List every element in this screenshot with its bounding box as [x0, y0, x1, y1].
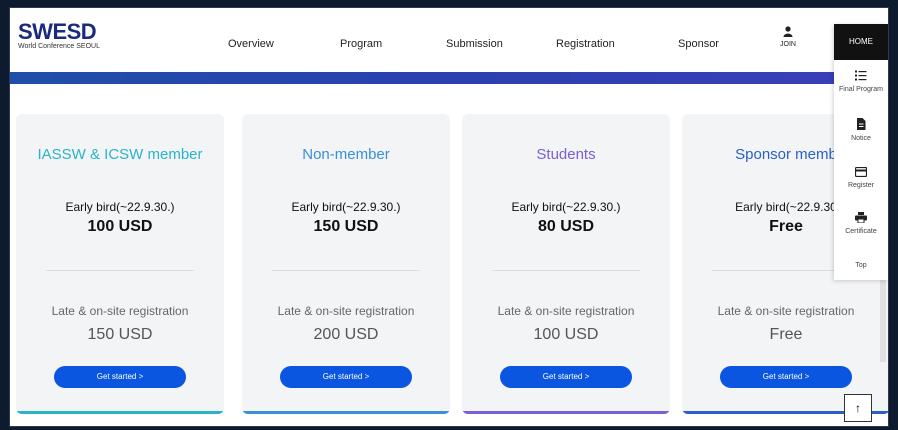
person-icon: [774, 26, 802, 39]
card-accent: [16, 411, 224, 414]
nav-submission[interactable]: Submission: [446, 38, 503, 50]
get-started-button[interactable]: Get started >: [720, 366, 852, 388]
nav-registration[interactable]: Registration: [556, 38, 615, 50]
card-accent: [462, 411, 670, 414]
get-started-button[interactable]: Get started >: [500, 366, 632, 388]
early-bird-label: Early bird(~22.9.30.): [65, 200, 175, 214]
registration-fees-section: IASSW & ICSW member Early bird(~22.9.30.…: [10, 84, 888, 426]
divider: [492, 270, 640, 271]
late-registration-label: Late & on-site registration: [277, 304, 415, 318]
quick-register[interactable]: Register: [834, 166, 888, 189]
late-registration-label: Late & on-site registration: [717, 304, 855, 318]
card-title: Students: [536, 146, 596, 163]
site-header: SWESD World Conference SEOUL Overview Pr…: [10, 8, 888, 72]
late-registration-label: Late & on-site registration: [497, 304, 635, 318]
logo-subtitle: World Conference SEOUL: [18, 43, 100, 50]
late-registration-price: Free: [769, 326, 803, 343]
get-started-button[interactable]: Get started >: [54, 366, 186, 388]
early-bird-price: 100 USD: [87, 218, 153, 235]
get-started-button[interactable]: Get started >: [280, 366, 412, 388]
early-bird-label: Early bird(~22.9.30.): [291, 200, 401, 214]
quick-label: Certificate: [845, 228, 877, 235]
quick-label: Register: [847, 182, 875, 189]
logo-text: SWESD: [18, 19, 97, 44]
join-label: JOIN: [780, 41, 796, 48]
nav-program[interactable]: Program: [340, 38, 382, 50]
quick-notice[interactable]: Notice: [834, 118, 888, 142]
fee-card-non-member: Non-member Early bird(~22.9.30.) 150 USD…: [242, 114, 450, 414]
quick-certificate[interactable]: Certificate: [834, 212, 888, 235]
quick-menu: HOME Final Program Notice Register Certi…: [834, 24, 888, 280]
site-logo[interactable]: SWESD World Conference SEOUL: [18, 19, 100, 51]
arrow-up-icon: ↑: [855, 401, 861, 415]
printer-icon: [834, 212, 888, 226]
card-title: IASSW & ICSW member: [37, 146, 203, 163]
divider: [46, 270, 194, 271]
late-registration-price: 100 USD: [533, 326, 599, 343]
quick-final-program[interactable]: Final Program: [834, 70, 888, 93]
late-registration-label: Late & on-site registration: [51, 304, 189, 318]
quick-top[interactable]: Top: [834, 260, 888, 269]
early-bird-price: 80 USD: [537, 218, 595, 235]
card-accent: [242, 411, 450, 414]
quick-label: Notice: [851, 135, 871, 142]
document-icon: [834, 118, 888, 133]
card-title: Non-member: [302, 146, 390, 163]
list-icon: [834, 70, 888, 84]
header-accent-bar: [10, 72, 850, 84]
join-button[interactable]: JOIN: [774, 26, 802, 48]
early-bird-price: 150 USD: [313, 218, 379, 235]
fee-card-iassw: IASSW & ICSW member Early bird(~22.9.30.…: [16, 114, 224, 414]
nav-overview[interactable]: Overview: [228, 38, 274, 50]
home-button[interactable]: HOME: [834, 24, 888, 60]
divider: [272, 270, 420, 271]
late-registration-price: 200 USD: [313, 326, 379, 343]
browser-viewport: SWESD World Conference SEOUL Overview Pr…: [10, 8, 888, 426]
quick-label: Final Program: [839, 86, 883, 93]
quick-label: Top: [855, 262, 867, 269]
nav-sponsor[interactable]: Sponsor: [678, 38, 719, 50]
scroll-to-top-button[interactable]: ↑: [844, 394, 872, 422]
card-icon: [834, 166, 888, 180]
fee-card-students: Students Early bird(~22.9.30.) 80 USD La…: [462, 114, 670, 414]
early-bird-label: Early bird(~22.9.30.): [511, 200, 621, 214]
late-registration-price: 150 USD: [87, 326, 153, 343]
